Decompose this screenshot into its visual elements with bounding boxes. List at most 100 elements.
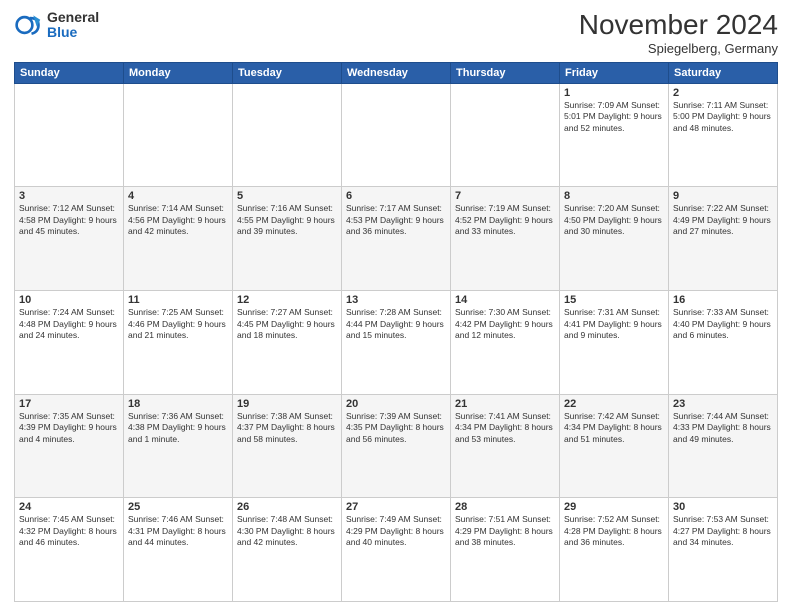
day-info: Sunrise: 7:33 AM Sunset: 4:40 PM Dayligh… (673, 307, 773, 341)
day-number: 7 (455, 190, 555, 202)
day-cell: 2Sunrise: 7:11 AM Sunset: 5:00 PM Daylig… (669, 83, 778, 187)
day-number: 3 (19, 190, 119, 202)
col-tuesday: Tuesday (233, 62, 342, 83)
day-cell: 28Sunrise: 7:51 AM Sunset: 4:29 PM Dayli… (451, 498, 560, 602)
day-number: 17 (19, 398, 119, 410)
day-info: Sunrise: 7:28 AM Sunset: 4:44 PM Dayligh… (346, 307, 446, 341)
day-info: Sunrise: 7:44 AM Sunset: 4:33 PM Dayligh… (673, 411, 773, 445)
week-row-2: 3Sunrise: 7:12 AM Sunset: 4:58 PM Daylig… (15, 187, 778, 291)
day-number: 10 (19, 294, 119, 306)
logo-text: General Blue (47, 10, 99, 41)
day-cell: 30Sunrise: 7:53 AM Sunset: 4:27 PM Dayli… (669, 498, 778, 602)
day-number: 12 (237, 294, 337, 306)
day-cell (451, 83, 560, 187)
day-cell: 25Sunrise: 7:46 AM Sunset: 4:31 PM Dayli… (124, 498, 233, 602)
day-info: Sunrise: 7:24 AM Sunset: 4:48 PM Dayligh… (19, 307, 119, 341)
col-saturday: Saturday (669, 62, 778, 83)
calendar-page: General Blue November 2024 Spiegelberg, … (0, 0, 792, 612)
day-cell: 20Sunrise: 7:39 AM Sunset: 4:35 PM Dayli… (342, 394, 451, 498)
day-info: Sunrise: 7:30 AM Sunset: 4:42 PM Dayligh… (455, 307, 555, 341)
day-number: 14 (455, 294, 555, 306)
day-number: 18 (128, 398, 228, 410)
top-section: General Blue November 2024 Spiegelberg, … (14, 10, 778, 56)
day-info: Sunrise: 7:17 AM Sunset: 4:53 PM Dayligh… (346, 203, 446, 237)
day-cell: 15Sunrise: 7:31 AM Sunset: 4:41 PM Dayli… (560, 291, 669, 395)
month-title: November 2024 (579, 10, 778, 41)
day-info: Sunrise: 7:31 AM Sunset: 4:41 PM Dayligh… (564, 307, 664, 341)
calendar-table: Sunday Monday Tuesday Wednesday Thursday… (14, 62, 778, 602)
day-number: 15 (564, 294, 664, 306)
day-cell (342, 83, 451, 187)
day-cell: 6Sunrise: 7:17 AM Sunset: 4:53 PM Daylig… (342, 187, 451, 291)
day-number: 4 (128, 190, 228, 202)
day-cell: 23Sunrise: 7:44 AM Sunset: 4:33 PM Dayli… (669, 394, 778, 498)
col-sunday: Sunday (15, 62, 124, 83)
week-row-4: 17Sunrise: 7:35 AM Sunset: 4:39 PM Dayli… (15, 394, 778, 498)
day-number: 13 (346, 294, 446, 306)
day-info: Sunrise: 7:53 AM Sunset: 4:27 PM Dayligh… (673, 514, 773, 548)
day-info: Sunrise: 7:51 AM Sunset: 4:29 PM Dayligh… (455, 514, 555, 548)
day-info: Sunrise: 7:49 AM Sunset: 4:29 PM Dayligh… (346, 514, 446, 548)
day-number: 30 (673, 501, 773, 513)
day-number: 1 (564, 87, 664, 99)
day-cell: 14Sunrise: 7:30 AM Sunset: 4:42 PM Dayli… (451, 291, 560, 395)
day-info: Sunrise: 7:38 AM Sunset: 4:37 PM Dayligh… (237, 411, 337, 445)
day-number: 16 (673, 294, 773, 306)
day-cell (15, 83, 124, 187)
day-info: Sunrise: 7:20 AM Sunset: 4:50 PM Dayligh… (564, 203, 664, 237)
header-right: November 2024 Spiegelberg, Germany (579, 10, 778, 56)
day-cell: 10Sunrise: 7:24 AM Sunset: 4:48 PM Dayli… (15, 291, 124, 395)
day-info: Sunrise: 7:36 AM Sunset: 4:38 PM Dayligh… (128, 411, 228, 445)
col-friday: Friday (560, 62, 669, 83)
day-cell: 17Sunrise: 7:35 AM Sunset: 4:39 PM Dayli… (15, 394, 124, 498)
day-number: 8 (564, 190, 664, 202)
day-info: Sunrise: 7:11 AM Sunset: 5:00 PM Dayligh… (673, 100, 773, 134)
day-cell (124, 83, 233, 187)
col-wednesday: Wednesday (342, 62, 451, 83)
day-cell: 1Sunrise: 7:09 AM Sunset: 5:01 PM Daylig… (560, 83, 669, 187)
logo: General Blue (14, 10, 99, 41)
day-cell: 7Sunrise: 7:19 AM Sunset: 4:52 PM Daylig… (451, 187, 560, 291)
col-monday: Monday (124, 62, 233, 83)
day-info: Sunrise: 7:48 AM Sunset: 4:30 PM Dayligh… (237, 514, 337, 548)
logo-blue: Blue (47, 25, 99, 40)
day-info: Sunrise: 7:45 AM Sunset: 4:32 PM Dayligh… (19, 514, 119, 548)
day-number: 24 (19, 501, 119, 513)
day-number: 27 (346, 501, 446, 513)
day-number: 21 (455, 398, 555, 410)
day-info: Sunrise: 7:22 AM Sunset: 4:49 PM Dayligh… (673, 203, 773, 237)
day-cell: 19Sunrise: 7:38 AM Sunset: 4:37 PM Dayli… (233, 394, 342, 498)
day-info: Sunrise: 7:27 AM Sunset: 4:45 PM Dayligh… (237, 307, 337, 341)
day-info: Sunrise: 7:41 AM Sunset: 4:34 PM Dayligh… (455, 411, 555, 445)
week-row-1: 1Sunrise: 7:09 AM Sunset: 5:01 PM Daylig… (15, 83, 778, 187)
day-info: Sunrise: 7:42 AM Sunset: 4:34 PM Dayligh… (564, 411, 664, 445)
day-cell: 29Sunrise: 7:52 AM Sunset: 4:28 PM Dayli… (560, 498, 669, 602)
location: Spiegelberg, Germany (579, 41, 778, 56)
day-cell: 12Sunrise: 7:27 AM Sunset: 4:45 PM Dayli… (233, 291, 342, 395)
header-row: Sunday Monday Tuesday Wednesday Thursday… (15, 62, 778, 83)
day-info: Sunrise: 7:19 AM Sunset: 4:52 PM Dayligh… (455, 203, 555, 237)
day-number: 20 (346, 398, 446, 410)
day-number: 29 (564, 501, 664, 513)
day-cell: 18Sunrise: 7:36 AM Sunset: 4:38 PM Dayli… (124, 394, 233, 498)
day-cell: 4Sunrise: 7:14 AM Sunset: 4:56 PM Daylig… (124, 187, 233, 291)
day-info: Sunrise: 7:35 AM Sunset: 4:39 PM Dayligh… (19, 411, 119, 445)
day-cell: 3Sunrise: 7:12 AM Sunset: 4:58 PM Daylig… (15, 187, 124, 291)
day-cell: 26Sunrise: 7:48 AM Sunset: 4:30 PM Dayli… (233, 498, 342, 602)
day-info: Sunrise: 7:14 AM Sunset: 4:56 PM Dayligh… (128, 203, 228, 237)
week-row-5: 24Sunrise: 7:45 AM Sunset: 4:32 PM Dayli… (15, 498, 778, 602)
week-row-3: 10Sunrise: 7:24 AM Sunset: 4:48 PM Dayli… (15, 291, 778, 395)
day-info: Sunrise: 7:25 AM Sunset: 4:46 PM Dayligh… (128, 307, 228, 341)
day-cell: 5Sunrise: 7:16 AM Sunset: 4:55 PM Daylig… (233, 187, 342, 291)
day-cell (233, 83, 342, 187)
day-info: Sunrise: 7:12 AM Sunset: 4:58 PM Dayligh… (19, 203, 119, 237)
day-cell: 13Sunrise: 7:28 AM Sunset: 4:44 PM Dayli… (342, 291, 451, 395)
calendar-body: 1Sunrise: 7:09 AM Sunset: 5:01 PM Daylig… (15, 83, 778, 601)
day-cell: 9Sunrise: 7:22 AM Sunset: 4:49 PM Daylig… (669, 187, 778, 291)
col-thursday: Thursday (451, 62, 560, 83)
logo-general: General (47, 10, 99, 25)
day-info: Sunrise: 7:16 AM Sunset: 4:55 PM Dayligh… (237, 203, 337, 237)
day-info: Sunrise: 7:09 AM Sunset: 5:01 PM Dayligh… (564, 100, 664, 134)
day-info: Sunrise: 7:46 AM Sunset: 4:31 PM Dayligh… (128, 514, 228, 548)
day-cell: 27Sunrise: 7:49 AM Sunset: 4:29 PM Dayli… (342, 498, 451, 602)
